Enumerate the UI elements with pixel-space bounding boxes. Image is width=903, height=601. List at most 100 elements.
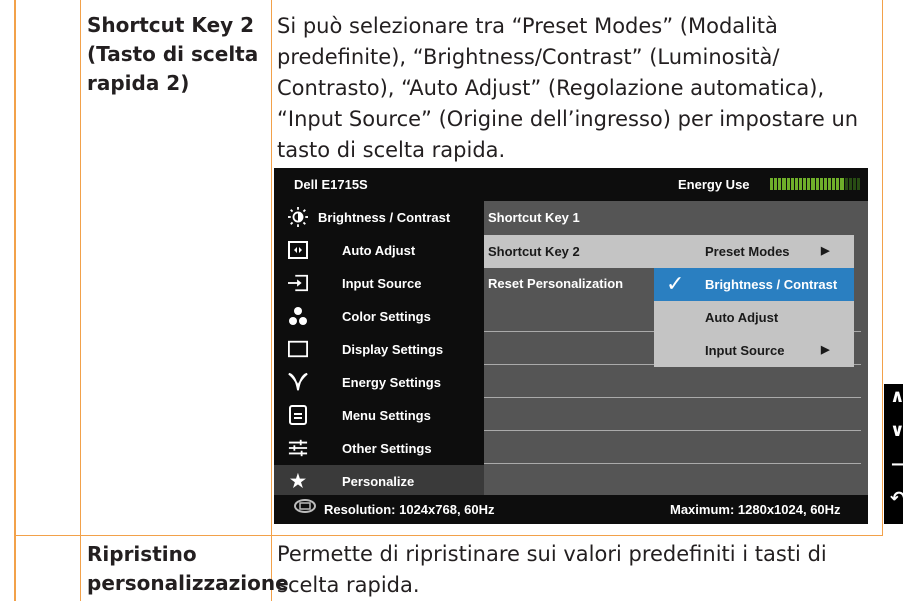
- menu-settings-icon: [288, 405, 308, 425]
- energy-meter-segment: [844, 178, 848, 190]
- down-arrow-icon: ∨: [890, 420, 903, 441]
- chevron-right-icon: ▶: [821, 344, 830, 356]
- menu-item-label: Color Settings: [342, 309, 431, 324]
- row1-label-line: Shortcut Key 2: [87, 13, 255, 37]
- row1-description-line: tasto di scelta rapida.: [277, 138, 506, 162]
- osd-main-menu: Brightness / Contrast Auto Adjust Input …: [274, 201, 484, 498]
- menu-item-menu-settings[interactable]: Menu Settings: [274, 399, 484, 432]
- submenu-item-label: Reset Personalization: [488, 276, 624, 291]
- energy-use-label: Energy Use: [678, 177, 750, 192]
- row1-label-line: rapida 2): [87, 71, 190, 95]
- menu-item-brightness-contrast[interactable]: Brightness / Contrast: [274, 201, 484, 234]
- row1-description-line: “Input Source” (Origine dell’ingresso) p…: [277, 107, 859, 131]
- energy-meter-segment: [819, 178, 823, 190]
- shortcut-options-dropdown: Preset Modes ▶ ✓ Brightness / Contrast A…: [654, 200, 864, 335]
- submenu-item-shortcut-key-2[interactable]: Shortcut Key 2: [484, 235, 658, 268]
- row2-description: Permette di ripristinare sui valori pred…: [277, 539, 827, 601]
- menu-item-label: Display Settings: [342, 342, 444, 357]
- row2-description-line: Permette di ripristinare sui valori pred…: [277, 542, 827, 566]
- energy-settings-icon: [288, 372, 308, 392]
- side-control-buttons: ∧ ∨ − ↶: [884, 384, 903, 524]
- osd-menu-screenshot: Dell E1715S Energy Use Brightness / Cont…: [274, 168, 868, 524]
- option-input-source[interactable]: Input Source ▶: [654, 334, 854, 367]
- checkmark-icon: ✓: [666, 271, 685, 296]
- menu-item-energy-settings[interactable]: Energy Settings: [274, 366, 484, 399]
- menu-item-display-settings[interactable]: Display Settings: [274, 333, 484, 366]
- option-label: Brightness / Contrast: [705, 277, 838, 292]
- energy-meter-segment: [807, 178, 811, 190]
- submenu-item-label: Shortcut Key 2: [488, 244, 580, 259]
- row1-label-line: (Tasto di scelta: [87, 42, 259, 66]
- energy-meter-segment: [823, 178, 827, 190]
- menu-item-label: Energy Settings: [342, 375, 441, 390]
- row2-label-line: Ripristino: [87, 542, 197, 566]
- row1-description-line: Contrasto), “Auto Adjust” (Regolazione a…: [277, 76, 825, 100]
- submenu-item-label: Shortcut Key 1: [488, 210, 580, 225]
- table-border-col2: [271, 0, 272, 601]
- row1-label: Shortcut Key 2 (Tasto di scelta rapida 2…: [87, 11, 258, 98]
- menu-item-color-settings[interactable]: Color Settings: [274, 300, 484, 333]
- star-icon: ★: [289, 470, 307, 491]
- energy-meter-segment: [770, 178, 774, 190]
- exit-icon: ↶: [890, 488, 903, 509]
- brightness-icon: [288, 207, 308, 227]
- energy-meter-segment: [840, 178, 844, 190]
- row1-description: Si può selezionare tra “Preset Modes” (M…: [277, 11, 858, 166]
- menu-item-input-source[interactable]: Input Source: [274, 267, 484, 300]
- option-auto-adjust[interactable]: Auto Adjust: [654, 301, 854, 334]
- table-border-row-divider: [14, 535, 883, 536]
- energy-meter-segment: [790, 178, 794, 190]
- menu-item-label: Other Settings: [342, 441, 432, 456]
- menu-item-label: Personalize: [342, 474, 415, 489]
- submenu-divider: [484, 397, 861, 398]
- option-label: Auto Adjust: [705, 310, 779, 325]
- energy-meter-segment: [778, 178, 782, 190]
- maximum-resolution-text: Maximum: 1280x1024, 60Hz: [670, 502, 841, 517]
- table-border-left: [14, 0, 16, 601]
- auto-adjust-icon: [288, 240, 308, 260]
- submenu-divider: [484, 463, 861, 464]
- menu-item-personalize[interactable]: ★ Personalize: [274, 465, 484, 498]
- energy-meter-segment: [815, 178, 819, 190]
- energy-meter-segment: [832, 178, 836, 190]
- energy-meter-segment: [798, 178, 803, 190]
- menu-item-auto-adjust[interactable]: Auto Adjust: [274, 234, 484, 267]
- chevron-right-icon: ▶: [821, 245, 830, 257]
- option-brightness-contrast[interactable]: ✓ Brightness / Contrast: [654, 268, 854, 301]
- monitor-connector-icon: [294, 498, 316, 519]
- energy-meter-segment: [786, 178, 790, 190]
- energy-meter: [770, 178, 861, 190]
- energy-meter-segment: [774, 178, 778, 190]
- minus-icon: −: [890, 454, 903, 475]
- energy-meter-segment: [794, 178, 798, 190]
- energy-meter-segment: [856, 178, 861, 190]
- row2-label: Ripristino personalizzazione: [87, 540, 289, 598]
- table-border-right: [882, 0, 883, 535]
- row1-description-line: Si può selezionare tra “Preset Modes” (M…: [277, 14, 778, 38]
- energy-meter-segment: [848, 178, 852, 190]
- row2-label-line: personalizzazione: [87, 571, 289, 595]
- energy-meter-segment: [852, 178, 856, 190]
- submenu-divider: [484, 430, 861, 431]
- option-label: Input Source: [705, 343, 785, 358]
- option-preset-modes[interactable]: Preset Modes ▶: [654, 235, 854, 268]
- option-label: Preset Modes: [705, 244, 790, 259]
- menu-item-label: Input Source: [342, 276, 422, 291]
- energy-meter-segment: [811, 178, 815, 190]
- menu-item-label: Auto Adjust: [342, 243, 416, 258]
- osd-footer: Resolution: 1024x768, 60Hz Maximum: 1280…: [274, 495, 868, 524]
- resolution-text: Resolution: 1024x768, 60Hz: [324, 502, 495, 517]
- energy-meter-segment: [803, 178, 807, 190]
- energy-meter-segment: [836, 178, 840, 190]
- row1-description-line: predefinite), “Brightness/Contrast” (Lum…: [277, 45, 780, 69]
- row2-description-line: scelta rapida.: [277, 573, 420, 597]
- input-source-icon: [288, 273, 308, 293]
- display-settings-icon: [288, 339, 308, 359]
- menu-item-other-settings[interactable]: Other Settings: [274, 432, 484, 465]
- other-settings-icon: [288, 438, 308, 458]
- color-settings-icon: [288, 306, 308, 326]
- up-arrow-icon: ∧: [890, 386, 903, 407]
- energy-meter-segment: [827, 178, 832, 190]
- osd-title: Dell E1715S: [294, 177, 368, 192]
- menu-item-label: Menu Settings: [342, 408, 431, 423]
